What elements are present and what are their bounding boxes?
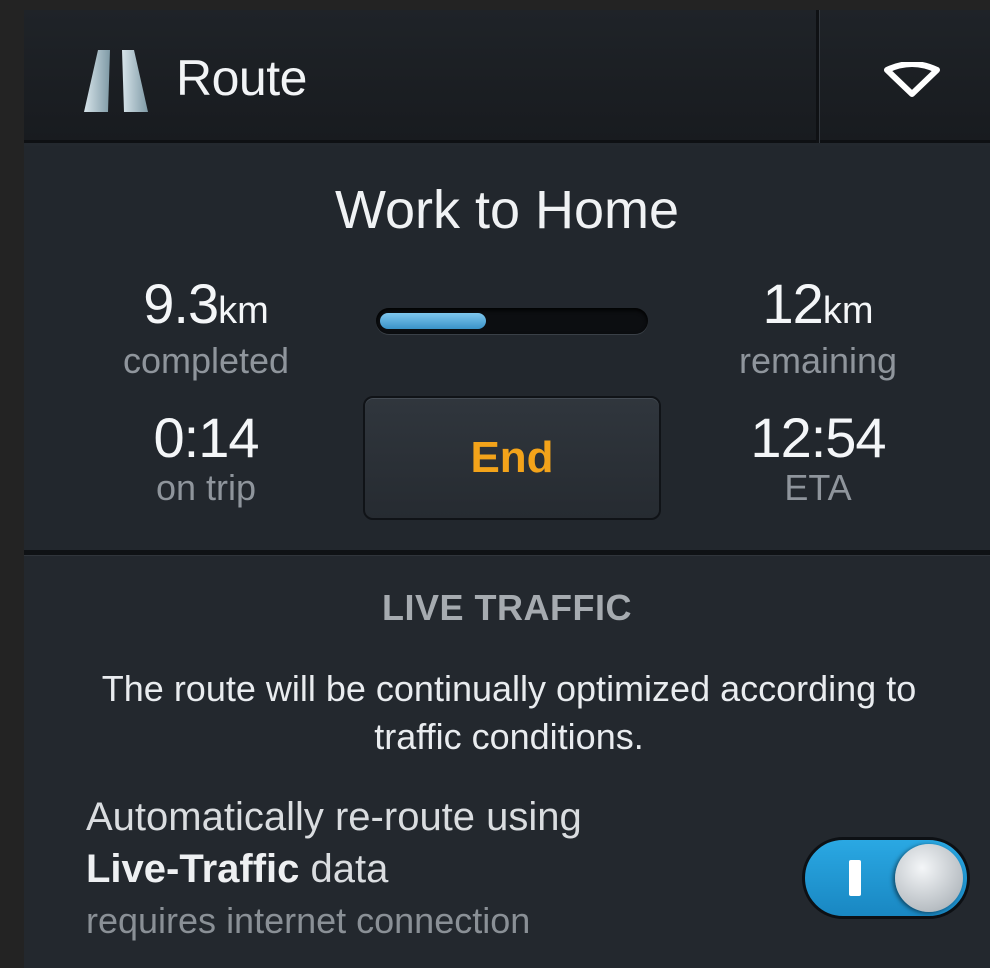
route-header: Route [24, 10, 990, 143]
chevron-down-icon[interactable] [882, 62, 942, 100]
toggle-on-indicator [849, 860, 861, 896]
route-panel: Route Work to Home 9.3km completed 12km … [24, 10, 990, 968]
completed-distance: 9.3km completed [96, 274, 316, 381]
reroute-setting: Automatically re-route using Live-Traffi… [86, 791, 766, 947]
time-on-trip: 0:14 on trip [96, 408, 316, 508]
remaining-label: remaining [738, 340, 898, 381]
trip-summary: Work to Home 9.3km completed 12km remain… [24, 146, 990, 554]
trip-progress-fill [380, 313, 486, 329]
reroute-label: Automatically re-route using [86, 795, 582, 839]
remaining-distance: 12km remaining [708, 274, 928, 381]
trip-title: Work to Home [334, 180, 680, 240]
live-traffic-term: Live-Traffic [86, 847, 300, 891]
reroute-requirement: requires internet connection [86, 900, 531, 941]
completed-label: completed [122, 340, 290, 381]
eta: 12:54 ETA [708, 408, 928, 508]
remaining-unit: km [822, 290, 874, 332]
live-traffic-description: The route will be continually optimized … [101, 668, 917, 757]
live-traffic-heading: LIVE TRAFFIC [382, 587, 632, 628]
road-icon [84, 50, 148, 112]
header-divider [816, 10, 819, 143]
eta-value: 12:54 [750, 406, 886, 469]
page-title: Route [176, 50, 307, 106]
completed-unit: km [218, 290, 269, 332]
remaining-value: 12 [762, 272, 824, 335]
toggle-knob[interactable] [895, 844, 963, 912]
eta-label: ETA [784, 467, 852, 508]
end-button-label: End [470, 433, 554, 482]
reroute-label-suffix: data [299, 847, 389, 891]
trip-progress-bar [376, 308, 648, 334]
end-trip-button[interactable]: End [363, 396, 661, 520]
on-trip-label: on trip [155, 467, 257, 508]
on-trip-value: 0:14 [153, 406, 260, 469]
live-traffic-section: LIVE TRAFFIC The route will be continual… [24, 557, 990, 968]
section-divider [24, 550, 990, 556]
reroute-toggle[interactable] [802, 837, 970, 919]
completed-value: 9.3 [143, 272, 219, 335]
